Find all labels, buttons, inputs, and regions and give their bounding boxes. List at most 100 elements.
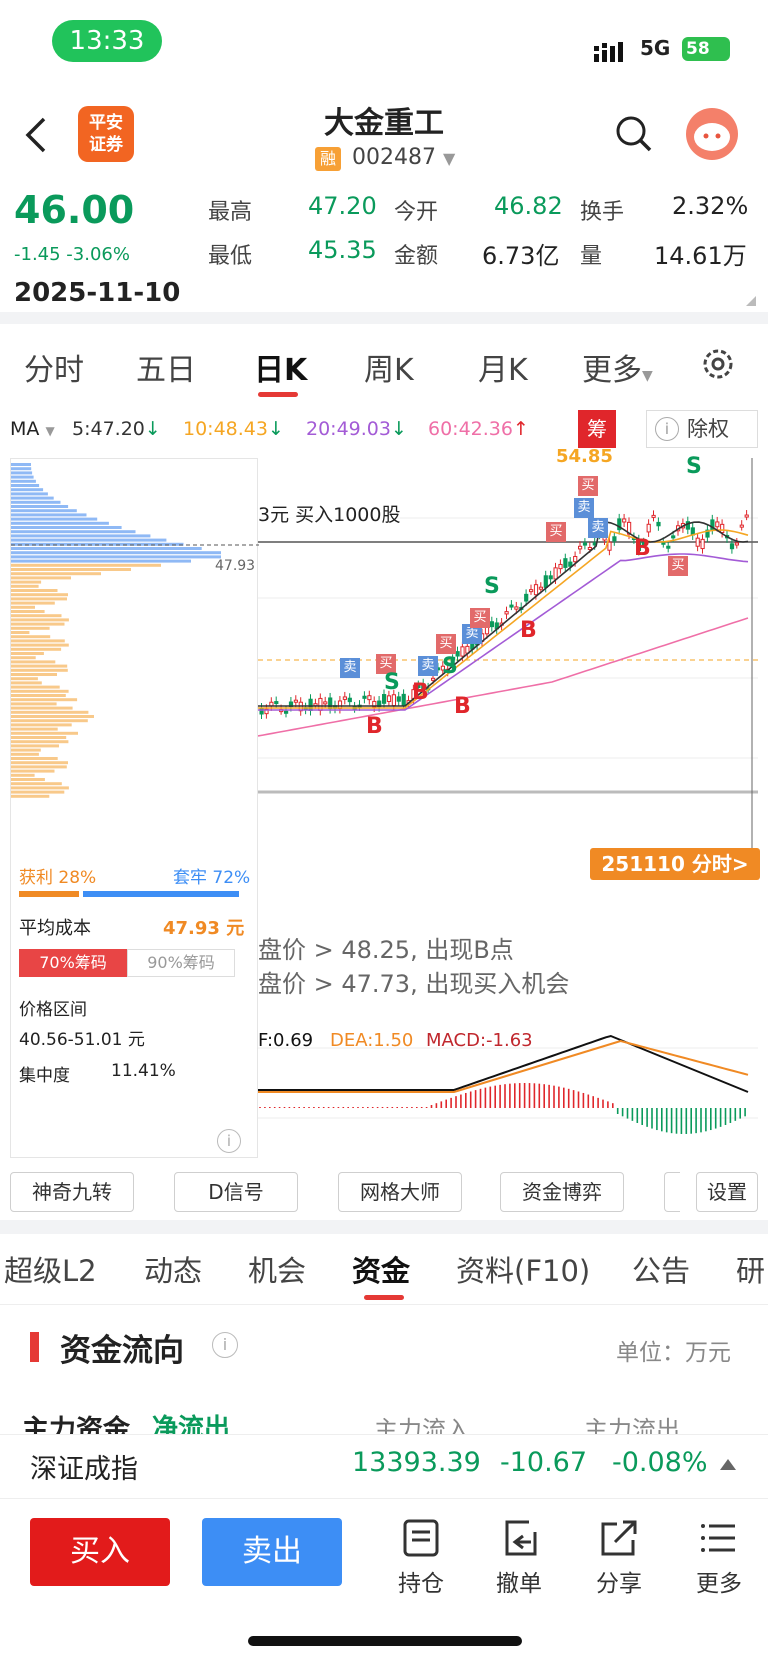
sell-button[interactable]: 卖出 (202, 1518, 342, 1586)
buy-marker: 买 (436, 634, 456, 654)
tab-five-day[interactable]: 五日 (136, 345, 196, 389)
share-button[interactable]: 分享 (584, 1518, 654, 1598)
cancel-order-button[interactable]: 撤单 (484, 1518, 554, 1598)
buy-marker: 买 (578, 476, 598, 496)
undo-icon (505, 1520, 537, 1556)
open-value: 46.82 (494, 192, 563, 220)
tool-grid-master[interactable]: 网格大师 (338, 1172, 462, 1212)
expand-corner-icon[interactable] (746, 296, 756, 306)
B-signal-marker: B (454, 694, 471, 719)
high-value: 47.20 (308, 192, 377, 220)
tab-announcement[interactable]: 公告 (632, 1248, 690, 1290)
index-ticker-bar[interactable]: 深证成指 13393.39 -10.67 -0.08% (0, 1434, 768, 1498)
section-marker (30, 1332, 39, 1362)
tab-monthly-k[interactable]: 月K (478, 345, 528, 389)
cost-tick-label: 47.93 (215, 558, 256, 574)
caret-down-icon: ▼ (642, 368, 653, 384)
low-label: 最低 (208, 244, 253, 269)
avg-cost-value: 47.93 元 (163, 918, 245, 939)
order-overlay-text: 3元 买入1000股 (258, 500, 401, 527)
tool-nine-turn[interactable]: 神奇九转 (10, 1172, 134, 1212)
tool-settings[interactable]: 设置 (696, 1172, 758, 1212)
share-icon (601, 1520, 637, 1556)
margin-badge: 融 (315, 147, 341, 171)
active-tab-indicator (258, 392, 298, 397)
status-bar: 13:33 5G 58 (0, 0, 768, 90)
net-outflow-label: 净流出 (152, 1414, 231, 1434)
more-button[interactable]: 更多 (684, 1518, 754, 1598)
search-button[interactable] (614, 114, 654, 158)
profit-ratio: 获利 28% (19, 868, 97, 888)
macd-dif: F:0.69 (258, 1030, 314, 1051)
stock-code-selector[interactable]: 002487 ▼ (352, 145, 455, 170)
buy-marker: 买 (546, 522, 566, 542)
intraday-date-tag[interactable]: 251110 分时> (590, 848, 760, 880)
amount-value: 6.73亿 (482, 242, 560, 270)
main-funds-label: 主力资金 (22, 1415, 130, 1434)
chip-toggle-button[interactable]: 筹 (578, 410, 616, 448)
chip-histogram (11, 463, 259, 798)
ma-selector[interactable]: MA ▼ (10, 418, 55, 440)
index-pct: -0.08% (612, 1447, 708, 1478)
buy-marker: 买 (668, 556, 688, 576)
macd-dea: DEA:1.50 (330, 1030, 414, 1051)
expand-up-icon[interactable] (720, 1459, 736, 1470)
tab-daily-k[interactable]: 日K (254, 345, 307, 389)
unit-label: 单位：万元 (616, 1340, 731, 1366)
tool-d-signal[interactable]: D信号 (174, 1172, 298, 1212)
main-outflow-label: 主力流出 (584, 1416, 680, 1434)
low-value: 45.35 (308, 236, 377, 264)
settings-button[interactable] (700, 346, 736, 386)
assistant-avatar[interactable] (686, 108, 738, 160)
macd-value: MACD:-1.63 (426, 1030, 533, 1051)
concentration-value: 11.41% (111, 1061, 176, 1081)
active-tab-indicator (364, 1295, 404, 1300)
tab-super-l2[interactable]: 超级L2 (4, 1248, 97, 1290)
network-label: 5G (640, 36, 671, 60)
info-icon[interactable]: i (217, 1129, 241, 1153)
high-label: 最高 (208, 200, 253, 225)
tab-opportunity[interactable]: 机会 (248, 1248, 306, 1290)
signal-hint-2: 盘价 > 47.73, 出现买入机会 (258, 970, 570, 998)
position-button[interactable]: 持仓 (386, 1518, 456, 1598)
volume-value: 14.61万 (654, 242, 747, 270)
signal-icon (594, 42, 630, 66)
divider (0, 1220, 768, 1234)
position-icon (403, 1519, 439, 1557)
tab-weekly-k[interactable]: 周K (364, 345, 414, 389)
turnover-label: 换手 (580, 200, 625, 225)
trapped-bar (83, 891, 239, 897)
amount-label: 金额 (394, 244, 439, 269)
battery-indicator: 58 (682, 37, 730, 61)
ma5-value: 5:47.20↓ (72, 418, 161, 440)
sell-marker: 卖 (574, 498, 594, 518)
ma20-value: 20:49.03↓ (306, 418, 407, 440)
tab-f10[interactable]: 资料(F10) (456, 1248, 590, 1290)
tab-intraday[interactable]: 分时 (24, 345, 84, 389)
turnover-value: 2.32% (672, 192, 749, 220)
B-signal-marker: B (520, 618, 537, 643)
volume-label: 量 (580, 244, 603, 269)
tab-funds[interactable]: 资金 (352, 1248, 410, 1290)
tab-chip-70[interactable]: 70%筹码 (19, 949, 127, 977)
status-time: 13:33 (52, 20, 162, 62)
tab-news[interactable]: 动态 (144, 1248, 202, 1290)
caret-down-icon: ▼ (442, 149, 456, 168)
tool-fund-game[interactable]: 资金博弈 (500, 1172, 624, 1212)
price-range-label: 价格区间 (19, 1000, 87, 1020)
tab-chip-90[interactable]: 90%筹码 (127, 949, 235, 977)
B-signal-marker: B (366, 714, 383, 739)
tab-more[interactable]: 更多▼ (582, 345, 653, 389)
tool-partial[interactable] (664, 1172, 680, 1212)
B-signal-marker: B (634, 536, 651, 561)
info-icon[interactable]: i (212, 1332, 238, 1358)
tab-research[interactable]: 研 (736, 1248, 765, 1290)
ma10-value: 10:48.43↓ (183, 418, 284, 440)
divider (0, 312, 768, 324)
kline-chart-area[interactable]: 3元 买入1000股 54.85 251110 分时> 盘价 > 48.25, … (257, 446, 760, 1158)
main-inflow-label: 主力流入 (374, 1416, 470, 1434)
index-value: 13393.39 (352, 1447, 481, 1478)
buy-button[interactable]: 买入 (30, 1518, 170, 1586)
B-signal-marker: B (412, 680, 429, 705)
ex-rights-button[interactable]: i 除权 (646, 410, 758, 448)
